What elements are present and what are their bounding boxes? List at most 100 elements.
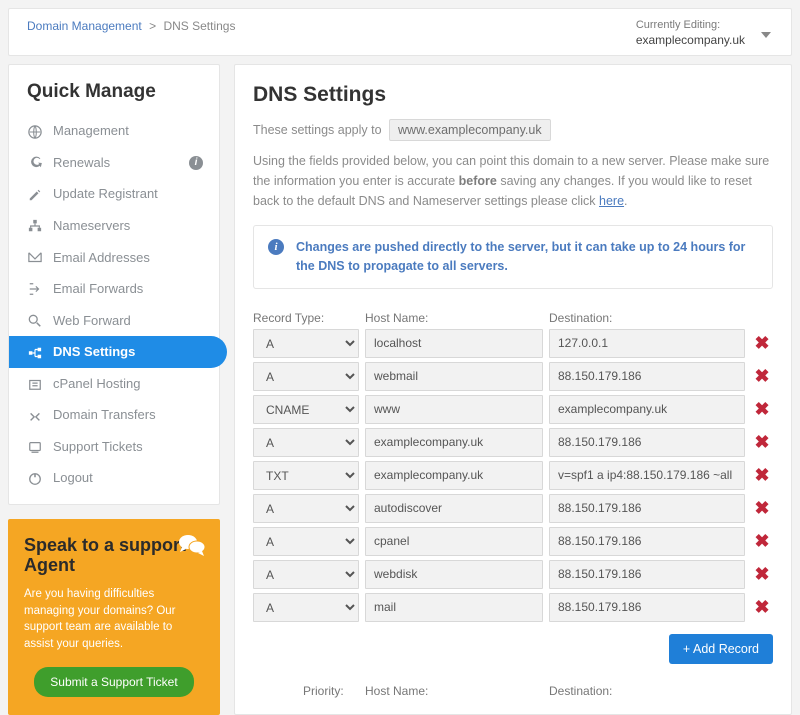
col-host-name: Host Name:	[365, 311, 543, 325]
sidebar-item-renewals[interactable]: Renewals i	[9, 147, 219, 179]
search-icon	[27, 312, 43, 328]
destination-input[interactable]	[549, 362, 745, 391]
sidebar-item-email-addresses[interactable]: Email Addresses	[9, 241, 219, 273]
sidebar-item-label: Web Forward	[53, 313, 131, 328]
sidebar-item-dns-settings[interactable]: DNS Settings	[9, 336, 227, 368]
col-priority: Priority:	[303, 684, 359, 698]
support-box-title: Speak to a support Agent	[24, 535, 204, 576]
host-name-input[interactable]	[365, 428, 543, 457]
col-record-type: Record Type:	[253, 311, 359, 325]
record-type-select[interactable]: A	[253, 428, 359, 457]
network-icon	[27, 344, 43, 360]
dns-record-row: A✖	[253, 428, 773, 457]
sidebar-item-domain-transfers[interactable]: Domain Transfers	[9, 399, 219, 431]
delete-record-icon[interactable]: ✖	[751, 564, 773, 585]
chevron-down-icon	[761, 29, 771, 41]
dns-record-row: A✖	[253, 527, 773, 556]
destination-input[interactable]	[549, 461, 745, 490]
delete-record-icon[interactable]: ✖	[751, 432, 773, 453]
sidebar: Quick Manage Management Renewals i Update R…	[8, 64, 220, 715]
dns-record-row: A✖	[253, 362, 773, 391]
sidebar-item-support-tickets[interactable]: Support Tickets	[9, 431, 219, 463]
applies-to-line: These settings apply to www.examplecompa…	[253, 119, 773, 141]
currently-editing-value: examplecompany.uk	[636, 33, 745, 47]
host-name-input[interactable]	[365, 560, 543, 589]
record-type-select[interactable]: A	[253, 362, 359, 391]
record-type-select[interactable]: A	[253, 560, 359, 589]
host-name-input[interactable]	[365, 527, 543, 556]
destination-input[interactable]	[549, 527, 745, 556]
sidebar-item-label: Update Registrant	[53, 186, 158, 201]
forward-icon	[27, 281, 43, 297]
desc-bold: before	[459, 174, 497, 188]
record-column-headers: Record Type: Host Name: Destination:	[253, 311, 773, 325]
page-title: DNS Settings	[253, 83, 773, 107]
sidebar-item-label: DNS Settings	[53, 344, 135, 359]
sidebar-item-cpanel-hosting[interactable]: cPanel Hosting	[9, 368, 219, 400]
breadcrumb-sep: >	[149, 19, 156, 33]
breadcrumb-root[interactable]: Domain Management	[27, 19, 142, 33]
host-name-input[interactable]	[365, 395, 543, 424]
edit-icon	[27, 186, 43, 202]
record-type-select[interactable]: A	[253, 593, 359, 622]
add-record-button[interactable]: + Add Record	[669, 634, 773, 664]
reset-here-link[interactable]: here	[599, 194, 624, 208]
record-type-select[interactable]: A	[253, 527, 359, 556]
delete-record-icon[interactable]: ✖	[751, 498, 773, 519]
sidebar-item-label: Email Addresses	[53, 250, 150, 265]
info-badge-icon: i	[189, 156, 203, 170]
host-name-input[interactable]	[365, 593, 543, 622]
host-name-input[interactable]	[365, 494, 543, 523]
destination-input[interactable]	[549, 428, 745, 457]
delete-record-icon[interactable]: ✖	[751, 531, 773, 552]
delete-record-icon[interactable]: ✖	[751, 366, 773, 387]
currently-editing-dropdown[interactable]: Currently Editing: examplecompany.uk	[636, 19, 773, 47]
sitemap-icon	[27, 218, 43, 234]
delete-record-icon[interactable]: ✖	[751, 465, 773, 486]
sidebar-title: Quick Manage	[9, 79, 219, 115]
delete-record-icon[interactable]: ✖	[751, 597, 773, 618]
destination-input[interactable]	[549, 395, 745, 424]
topbar: Domain Management > DNS Settings Current…	[8, 8, 792, 56]
host-name-input[interactable]	[365, 329, 543, 358]
record-type-select[interactable]: TXT	[253, 461, 359, 490]
submit-support-ticket-button[interactable]: Submit a Support Ticket	[34, 667, 193, 697]
dns-record-row: TXT ✖	[253, 461, 773, 490]
host-name-input[interactable]	[365, 362, 543, 391]
power-icon	[27, 470, 43, 486]
delete-record-icon[interactable]: ✖	[751, 333, 773, 354]
destination-input[interactable]	[549, 560, 745, 589]
sidebar-item-update-registrant[interactable]: Update Registrant	[9, 178, 219, 210]
col-destination: Destination:	[549, 311, 773, 325]
propagation-alert: i Changes are pushed directly to the ser…	[253, 225, 773, 289]
col-host-name-2: Host Name:	[365, 684, 543, 698]
main-panel: DNS Settings These settings apply to www…	[234, 64, 792, 715]
breadcrumb-current: DNS Settings	[163, 19, 235, 33]
sidebar-item-label: Logout	[53, 470, 93, 485]
support-agent-box: Speak to a support Agent Are you having …	[8, 519, 220, 715]
dns-record-row: A✖	[253, 494, 773, 523]
delete-record-icon[interactable]: ✖	[751, 399, 773, 420]
record-type-select[interactable]: CNAME	[253, 395, 359, 424]
sidebar-item-management[interactable]: Management	[9, 115, 219, 147]
host-name-input[interactable]	[365, 461, 543, 490]
sidebar-item-logout[interactable]: Logout	[9, 462, 219, 494]
destination-input[interactable]	[549, 593, 745, 622]
mx-column-headers: Priority: Host Name: Destination:	[253, 684, 773, 698]
sidebar-item-label: cPanel Hosting	[53, 376, 140, 391]
sidebar-item-label: Renewals	[53, 155, 110, 170]
sidebar-item-email-forwards[interactable]: Email Forwards	[9, 273, 219, 305]
sidebar-item-nameservers[interactable]: Nameservers	[9, 210, 219, 242]
panel-icon	[27, 376, 43, 392]
alert-text: Changes are pushed directly to the serve…	[296, 240, 745, 273]
currently-editing-label: Currently Editing:	[636, 19, 720, 31]
envelope-icon	[27, 249, 43, 265]
record-type-select[interactable]: A	[253, 494, 359, 523]
record-type-select[interactable]: A	[253, 329, 359, 358]
sidebar-item-label: Support Tickets	[53, 439, 143, 454]
sidebar-item-web-forward[interactable]: Web Forward	[9, 304, 219, 336]
breadcrumb: Domain Management > DNS Settings	[27, 19, 235, 33]
destination-input[interactable]	[549, 494, 745, 523]
description-text: Using the fields provided below, you can…	[253, 151, 773, 211]
destination-input[interactable]	[549, 329, 745, 358]
